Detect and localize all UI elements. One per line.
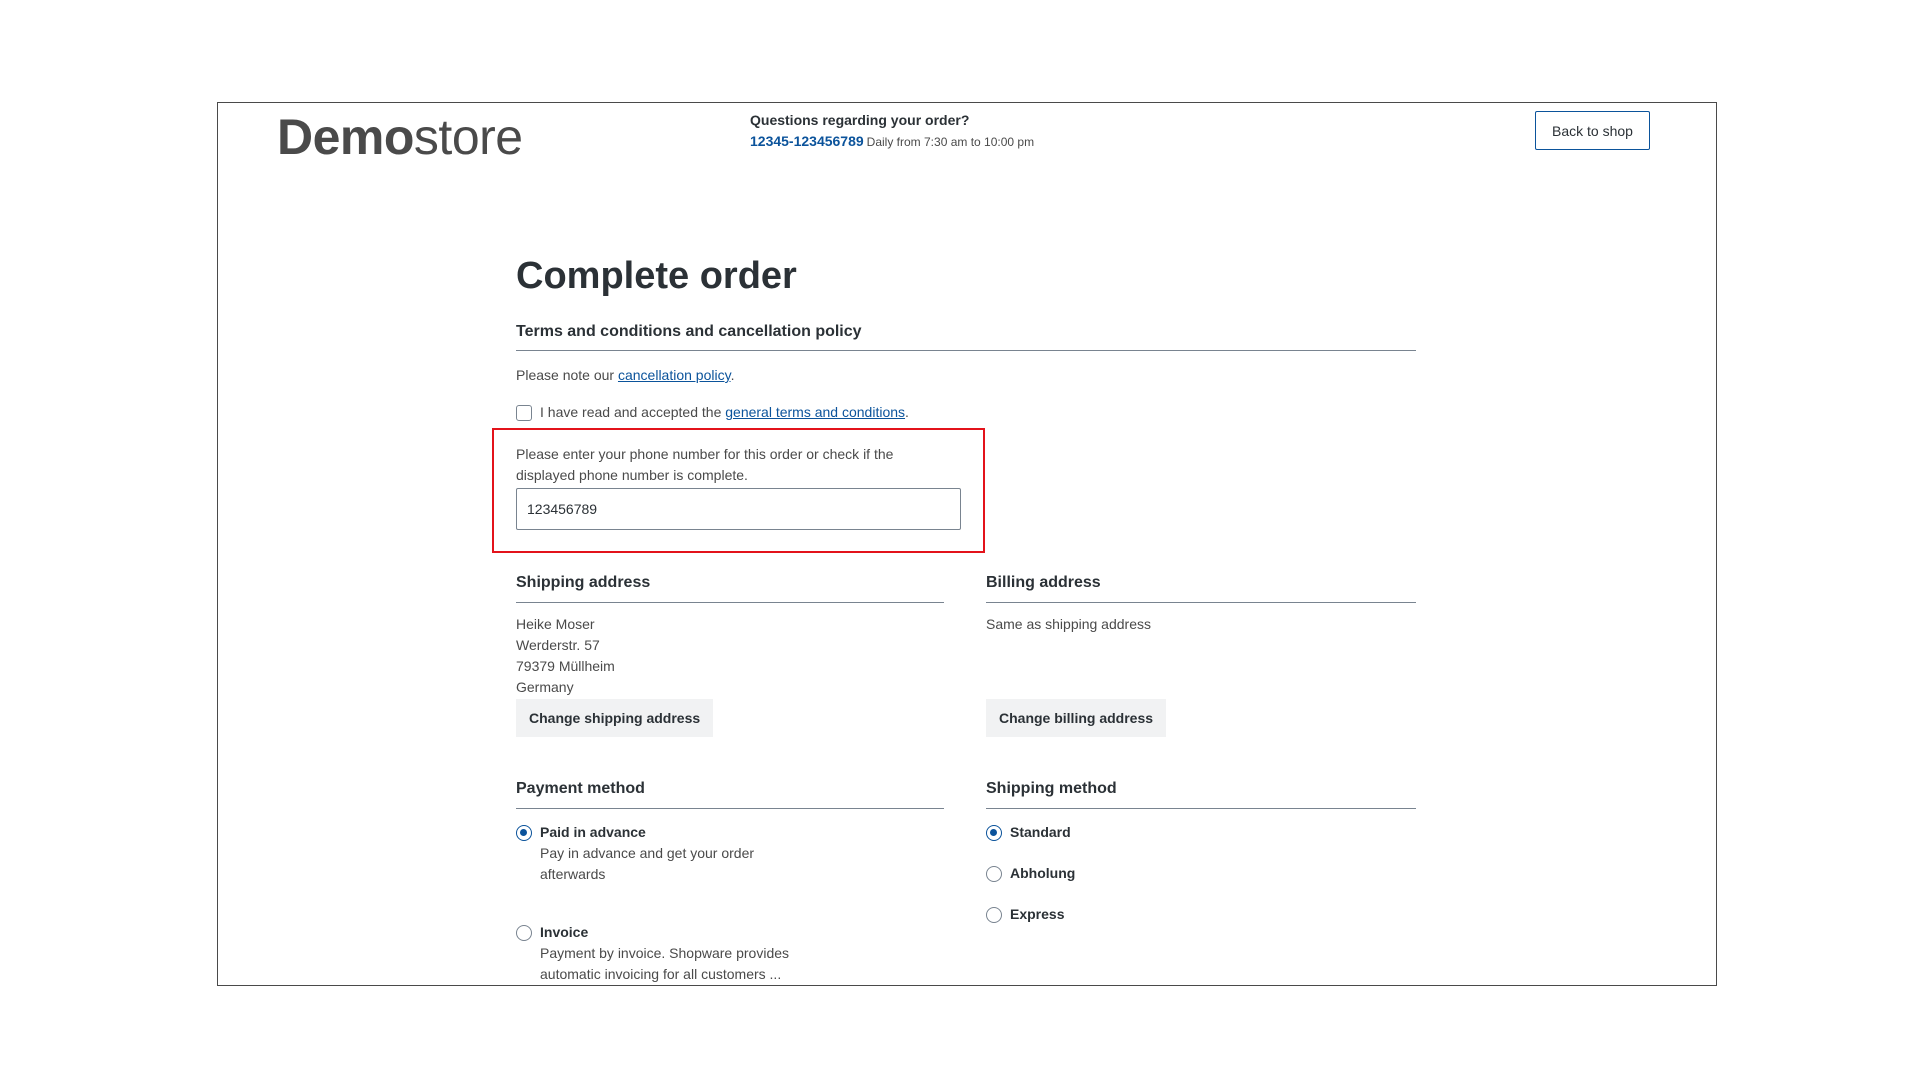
shipping-address-line: Werderstr. 57 [516,637,600,653]
cancellation-note-suffix: . [730,367,735,383]
payment-paid-in-advance-radio[interactable] [516,825,532,841]
shipping-method-heading: Shipping method [986,780,1117,797]
payment-invoice-radio[interactable] [516,925,532,941]
payment-option-label[interactable]: Invoice [540,924,588,940]
payment-method-divider [516,808,944,809]
payment-option-description: afterwards [540,866,606,882]
terms-divider [516,350,1416,351]
checkout-window: Demostore Questions regarding your order… [217,102,1717,986]
shipping-option-label[interactable]: Standard [1010,824,1071,840]
change-billing-address-button[interactable]: Change billing address [986,699,1167,737]
shipping-standard-radio[interactable] [986,825,1002,841]
shipping-address-heading: Shipping address [516,574,651,591]
shipping-abholung-radio[interactable] [986,866,1002,882]
payment-option-label[interactable]: Paid in advance [540,824,646,840]
shipping-address-line: 79379 Müllheim [516,658,615,674]
terms-accept-suffix: . [905,404,909,420]
hotline-phone-link[interactable]: 12345-123456789 [750,133,864,149]
cancellation-note: Please note our cancellation policy. [516,367,734,383]
payment-option-description: automatic invoicing for all customers ..… [540,966,782,982]
shipping-method-divider [986,808,1416,809]
general-terms-link[interactable]: general terms and conditions [725,404,905,420]
phone-prompt-line1: Please enter your phone number for this … [516,446,894,462]
store-logo[interactable]: Demostore [277,107,523,167]
payment-method-heading: Payment method [516,780,645,797]
shipping-address-divider [516,602,944,603]
cancellation-policy-link[interactable]: cancellation policy [618,367,731,383]
shipping-address-line: Germany [516,679,574,695]
hotline-question: Questions regarding your order? [750,112,970,128]
shipping-option-label[interactable]: Abholung [1010,865,1075,881]
cancellation-note-prefix: Please note our [516,367,618,383]
billing-same-text: Same as shipping address [986,616,1151,632]
billing-address-heading: Billing address [986,574,1101,591]
change-shipping-address-button[interactable]: Change shipping address [516,699,714,737]
page-title: Complete order [516,255,797,297]
terms-accept-prefix: I have read and accepted the [540,404,726,420]
phone-number-input[interactable] [516,488,961,530]
logo-light-text: store [413,109,523,165]
terms-accept-checkbox[interactable] [516,405,532,421]
phone-prompt-line2: displayed phone number is complete. [516,467,748,483]
billing-address-divider [986,602,1416,603]
shipping-option-label[interactable]: Express [1010,906,1064,922]
hotline-hours: Daily from 7:30 am to 10:00 pm [866,135,1035,149]
shipping-express-radio[interactable] [986,907,1002,923]
payment-option-description: Pay in advance and get your order [540,845,755,861]
terms-accept-label: I have read and accepted the general ter… [540,404,909,420]
terms-heading: Terms and conditions and cancellation po… [516,323,862,340]
shipping-address-line: Heike Moser [516,616,595,632]
back-to-shop-button[interactable]: Back to shop [1535,111,1650,150]
logo-bold-text: Demo [277,109,414,165]
hotline-info: Questions regarding your order? 12345-12… [750,112,1034,149]
payment-option-description: Payment by invoice. Shopware provides [540,945,790,961]
